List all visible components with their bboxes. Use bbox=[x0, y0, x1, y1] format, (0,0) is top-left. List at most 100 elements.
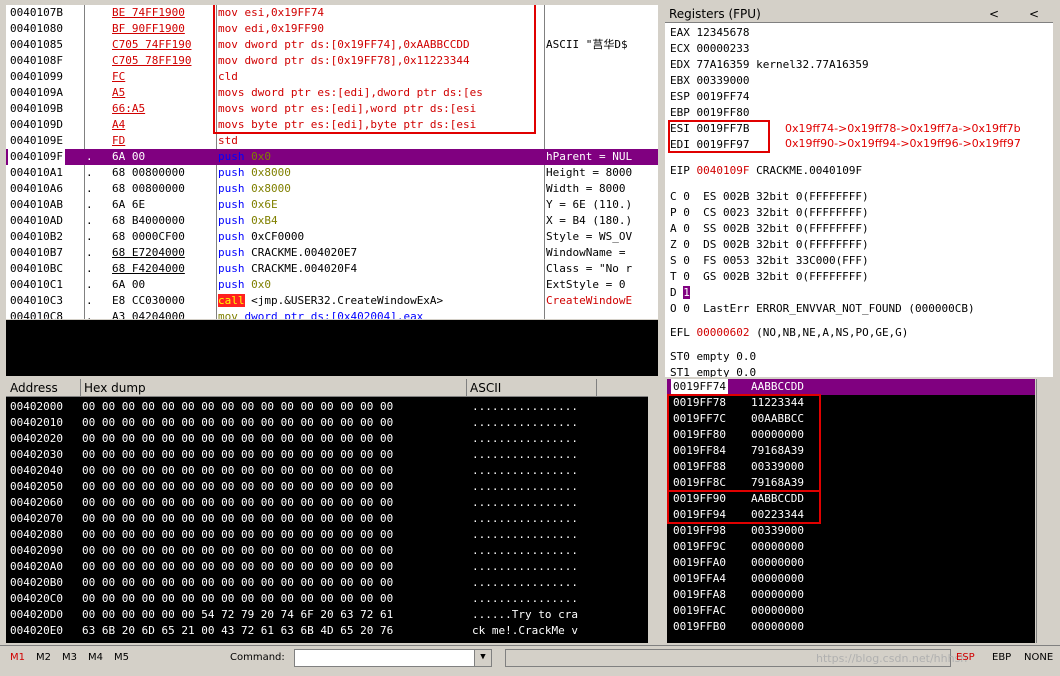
dump-row[interactable]: 004020C0 00 00 00 00 00 00 00 00 00 00 00… bbox=[6, 591, 648, 607]
instruction-operand: CRACKME.004020F4 bbox=[251, 262, 358, 275]
dump-row[interactable]: 004020E0 63 6B 20 6D 65 21 00 43 72 61 63… bbox=[6, 623, 648, 639]
instruction-operand: 0x6E bbox=[251, 198, 278, 211]
registers-pane[interactable]: Registers (FPU) < < EAX 12345678 ECX 0000… bbox=[665, 5, 1053, 377]
tab-m4[interactable]: M4 bbox=[88, 652, 103, 663]
annotation-esi-path: 0x19ff74->0x19ff78->0x19ff7a->0x19ff7b bbox=[785, 122, 1021, 135]
dump-scrollbar[interactable] bbox=[650, 379, 664, 643]
stack-row[interactable]: 0019FFB0 00000000 bbox=[667, 619, 1035, 635]
disasm-row[interactable]: 004010AD. 68 B4000000 push 0xB4 X = B4 (180… bbox=[6, 213, 658, 229]
stack-row[interactable]: 0019FF98 00339000 bbox=[667, 523, 1035, 539]
lasterr-line[interactable]: O 0 LastErr ERROR_ENVVAR_NOT_FOUND (0000… bbox=[670, 301, 975, 317]
disasm-address: 0040109A bbox=[10, 86, 63, 99]
hex-dump-pane[interactable]: Address Hex dump ASCII 00402000 00 00 00 … bbox=[6, 379, 648, 643]
disasm-address: 004010A1 bbox=[10, 166, 63, 179]
command-input[interactable] bbox=[294, 649, 492, 667]
register-line[interactable]: ECX 00000233 bbox=[670, 41, 749, 57]
status-none[interactable]: NONE bbox=[1024, 652, 1053, 663]
tab-m2[interactable]: M2 bbox=[36, 652, 51, 663]
disasm-instruction: push 0x6E bbox=[218, 197, 546, 213]
dump-header-address[interactable]: Address bbox=[10, 381, 58, 395]
disasm-row[interactable]: 004010B7. 68 E7204000 push CRACKME.004020E… bbox=[6, 245, 658, 261]
tab-m5[interactable]: M5 bbox=[114, 652, 129, 663]
dump-row[interactable]: 00402040 00 00 00 00 00 00 00 00 00 00 00… bbox=[6, 463, 648, 479]
disasm-hex: 68 E7204000 bbox=[112, 246, 185, 259]
dump-row[interactable]: 00402090 00 00 00 00 00 00 00 00 00 00 00… bbox=[6, 543, 648, 559]
dump-row[interactable]: 00402080 00 00 00 00 00 00 00 00 00 00 00… bbox=[6, 527, 648, 543]
instruction-opcode: push bbox=[218, 230, 245, 243]
tab-m3[interactable]: M3 bbox=[62, 652, 77, 663]
stack-scrollbar[interactable] bbox=[1036, 379, 1053, 643]
disasm-row[interactable]: 004010A6. 68 00800000 push 0x8000 Width = 8… bbox=[6, 181, 658, 197]
stack-address: 0019FFB0 bbox=[673, 620, 726, 633]
disasm-row[interactable]: 0040109E FD std bbox=[6, 133, 658, 149]
flag-d-line[interactable]: D 1 bbox=[670, 285, 690, 301]
register-eip[interactable]: EIP 0040109F CRACKME.0040109F bbox=[670, 163, 862, 179]
register-line[interactable]: ESP 0019FF74 bbox=[670, 89, 749, 105]
dump-row[interactable]: 00402010 00 00 00 00 00 00 00 00 00 00 00… bbox=[6, 415, 648, 431]
tab-m1[interactable]: M1 bbox=[10, 652, 25, 663]
dump-row[interactable]: 004020D0 00 00 00 00 00 00 54 72 79 20 74… bbox=[6, 607, 648, 623]
segment-line[interactable]: C 0 ES 002B 32bit 0(FFFFFFFF) bbox=[670, 189, 869, 205]
status-ebp[interactable]: EBP bbox=[992, 652, 1011, 663]
command-dropdown-icon[interactable]: ▼ bbox=[474, 650, 491, 666]
segment-line[interactable]: Z 0 DS 002B 32bit 0(FFFFFFFF) bbox=[670, 237, 869, 253]
next-arrow-icon[interactable]: < bbox=[1029, 5, 1039, 23]
fpu-register[interactable]: ST1 empty 0.0 bbox=[670, 365, 756, 377]
dump-address: 00402070 bbox=[10, 512, 63, 525]
disasm-row[interactable]: 0040109F. 6A 00 push 0x0 hParent = NUL bbox=[6, 149, 658, 165]
disasm-comment: ExtStyle = 0 bbox=[546, 278, 626, 291]
stack-address: 0019FFA8 bbox=[673, 588, 726, 601]
dump-hex: 00 00 00 00 00 00 00 00 00 00 00 00 00 0… bbox=[82, 416, 394, 429]
register-efl[interactable]: EFL 00000602 (NO,NB,NE,A,NS,PO,GE,G) bbox=[670, 325, 908, 341]
stack-pane[interactable]: 0019FF74 AABBCCDD 0019FF78 11223344 0019FF7C… bbox=[667, 379, 1035, 643]
dump-row[interactable]: 00402070 00 00 00 00 00 00 00 00 00 00 00… bbox=[6, 511, 648, 527]
stack-row[interactable]: 0019FF9C 00000000 bbox=[667, 539, 1035, 555]
dump-ascii: ................ bbox=[472, 496, 578, 509]
stack-row[interactable]: 0019FFA8 00000000 bbox=[667, 587, 1035, 603]
disassembly-pane[interactable]: 0040107B BE 74FF1900 mov esi,0x19FF74 00401… bbox=[6, 5, 658, 319]
disasm-row[interactable]: 004010B2. 68 0000CF00 push 0xCF0000 Style =… bbox=[6, 229, 658, 245]
dump-address: 004020C0 bbox=[10, 592, 63, 605]
dump-row[interactable]: 004020A0 00 00 00 00 00 00 00 00 00 00 00… bbox=[6, 559, 648, 575]
dump-row[interactable]: 00402020 00 00 00 00 00 00 00 00 00 00 00… bbox=[6, 431, 648, 447]
dump-row[interactable]: 004020B0 00 00 00 00 00 00 00 00 00 00 00… bbox=[6, 575, 648, 591]
dump-row[interactable]: 00402050 00 00 00 00 00 00 00 00 00 00 00… bbox=[6, 479, 648, 495]
prev-arrow-icon[interactable]: < bbox=[989, 5, 999, 23]
dump-row[interactable]: 00402060 00 00 00 00 00 00 00 00 00 00 00… bbox=[6, 495, 648, 511]
register-line[interactable]: EDX 77A16359 kernel32.77A16359 bbox=[670, 57, 869, 73]
disasm-row[interactable]: 004010C1. 6A 00 push 0x0 ExtStyle = 0 bbox=[6, 277, 658, 293]
segment-line[interactable]: T 0 GS 002B 32bit 0(FFFFFFFF) bbox=[670, 269, 869, 285]
disasm-row[interactable]: 004010AB. 6A 6E push 0x6E Y = 6E (110.) bbox=[6, 197, 658, 213]
disasm-address: 004010C1 bbox=[10, 278, 63, 291]
dump-header-hex[interactable]: Hex dump bbox=[84, 381, 146, 395]
stack-row[interactable]: 0019FFAC 00000000 bbox=[667, 603, 1035, 619]
dump-row[interactable]: 00402030 00 00 00 00 00 00 00 00 00 00 00… bbox=[6, 447, 648, 463]
segment-line[interactable]: S 0 FS 0053 32bit 33C000(FFF) bbox=[670, 253, 869, 269]
fpu-register[interactable]: ST0 empty 0.0 bbox=[670, 349, 756, 365]
disasm-flag: . bbox=[86, 294, 93, 307]
disasm-address: 0040109F bbox=[8, 149, 65, 165]
segment-line[interactable]: P 0 CS 0023 32bit 0(FFFFFFFF) bbox=[670, 205, 869, 221]
disasm-hex: BE 74FF1900 bbox=[112, 6, 185, 19]
segment-line[interactable]: A 0 SS 002B 32bit 0(FFFFFFFF) bbox=[670, 221, 869, 237]
flag-d-value: 1 bbox=[683, 286, 690, 299]
register-line[interactable]: EAX 12345678 bbox=[670, 25, 749, 41]
disasm-row[interactable]: 004010C3. E8 CC030000 call <jmp.&USER32.Cr… bbox=[6, 293, 658, 309]
dump-header-ascii[interactable]: ASCII bbox=[470, 381, 501, 395]
disasm-row[interactable]: 004010BC. 68 F4204000 push CRACKME.004020F… bbox=[6, 261, 658, 277]
disasm-hex: C705 74FF190 bbox=[112, 38, 192, 51]
highlight-box-stack-src bbox=[667, 394, 821, 492]
dump-address: 004020A0 bbox=[10, 560, 63, 573]
disasm-row[interactable]: 004010A1. 68 00800000 push 0x8000 Height = … bbox=[6, 165, 658, 181]
stack-row[interactable]: 0019FFA4 00000000 bbox=[667, 571, 1035, 587]
dump-hex: 00 00 00 00 00 00 00 00 00 00 00 00 00 0… bbox=[82, 544, 394, 557]
disasm-address: 00401085 bbox=[10, 38, 63, 51]
stack-row[interactable]: 0019FFA0 00000000 bbox=[667, 555, 1035, 571]
dump-hex: 00 00 00 00 00 00 00 00 00 00 00 00 00 0… bbox=[82, 592, 394, 605]
stack-row[interactable]: 0019FF74 AABBCCDD bbox=[667, 379, 1035, 395]
disasm-row[interactable]: 004010C8. A3 04204000 mov dword ptr ds:[0x… bbox=[6, 309, 658, 319]
register-line[interactable]: EBX 00339000 bbox=[670, 73, 749, 89]
register-line[interactable]: EBP 0019FF80 bbox=[670, 105, 749, 121]
dump-row[interactable]: 00402000 00 00 00 00 00 00 00 00 00 00 00… bbox=[6, 399, 648, 415]
status-esp[interactable]: ESP bbox=[956, 652, 975, 663]
